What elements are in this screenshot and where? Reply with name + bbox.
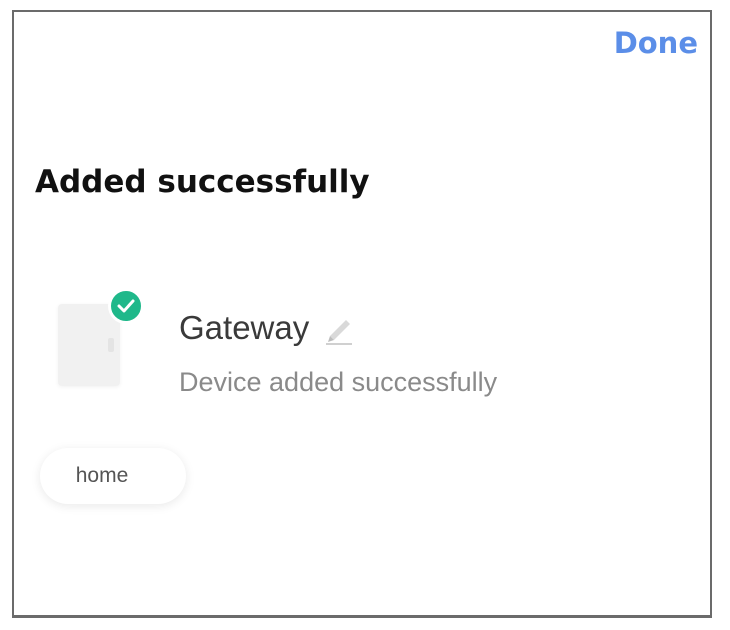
device-port (108, 338, 114, 352)
check-icon (108, 288, 144, 324)
pencil-icon[interactable] (320, 314, 356, 346)
device-name: Gateway (179, 309, 310, 346)
room-chip-label: home (75, 464, 129, 487)
check-mark (117, 299, 135, 313)
room-chip-home[interactable]: home (40, 448, 186, 504)
device-status: Device added successfully (179, 367, 498, 397)
done-button[interactable]: Done (614, 26, 698, 60)
dialog-frame: Done Added successfully Gateway Device a… (12, 10, 712, 618)
page-title: Added successfully (35, 164, 370, 200)
